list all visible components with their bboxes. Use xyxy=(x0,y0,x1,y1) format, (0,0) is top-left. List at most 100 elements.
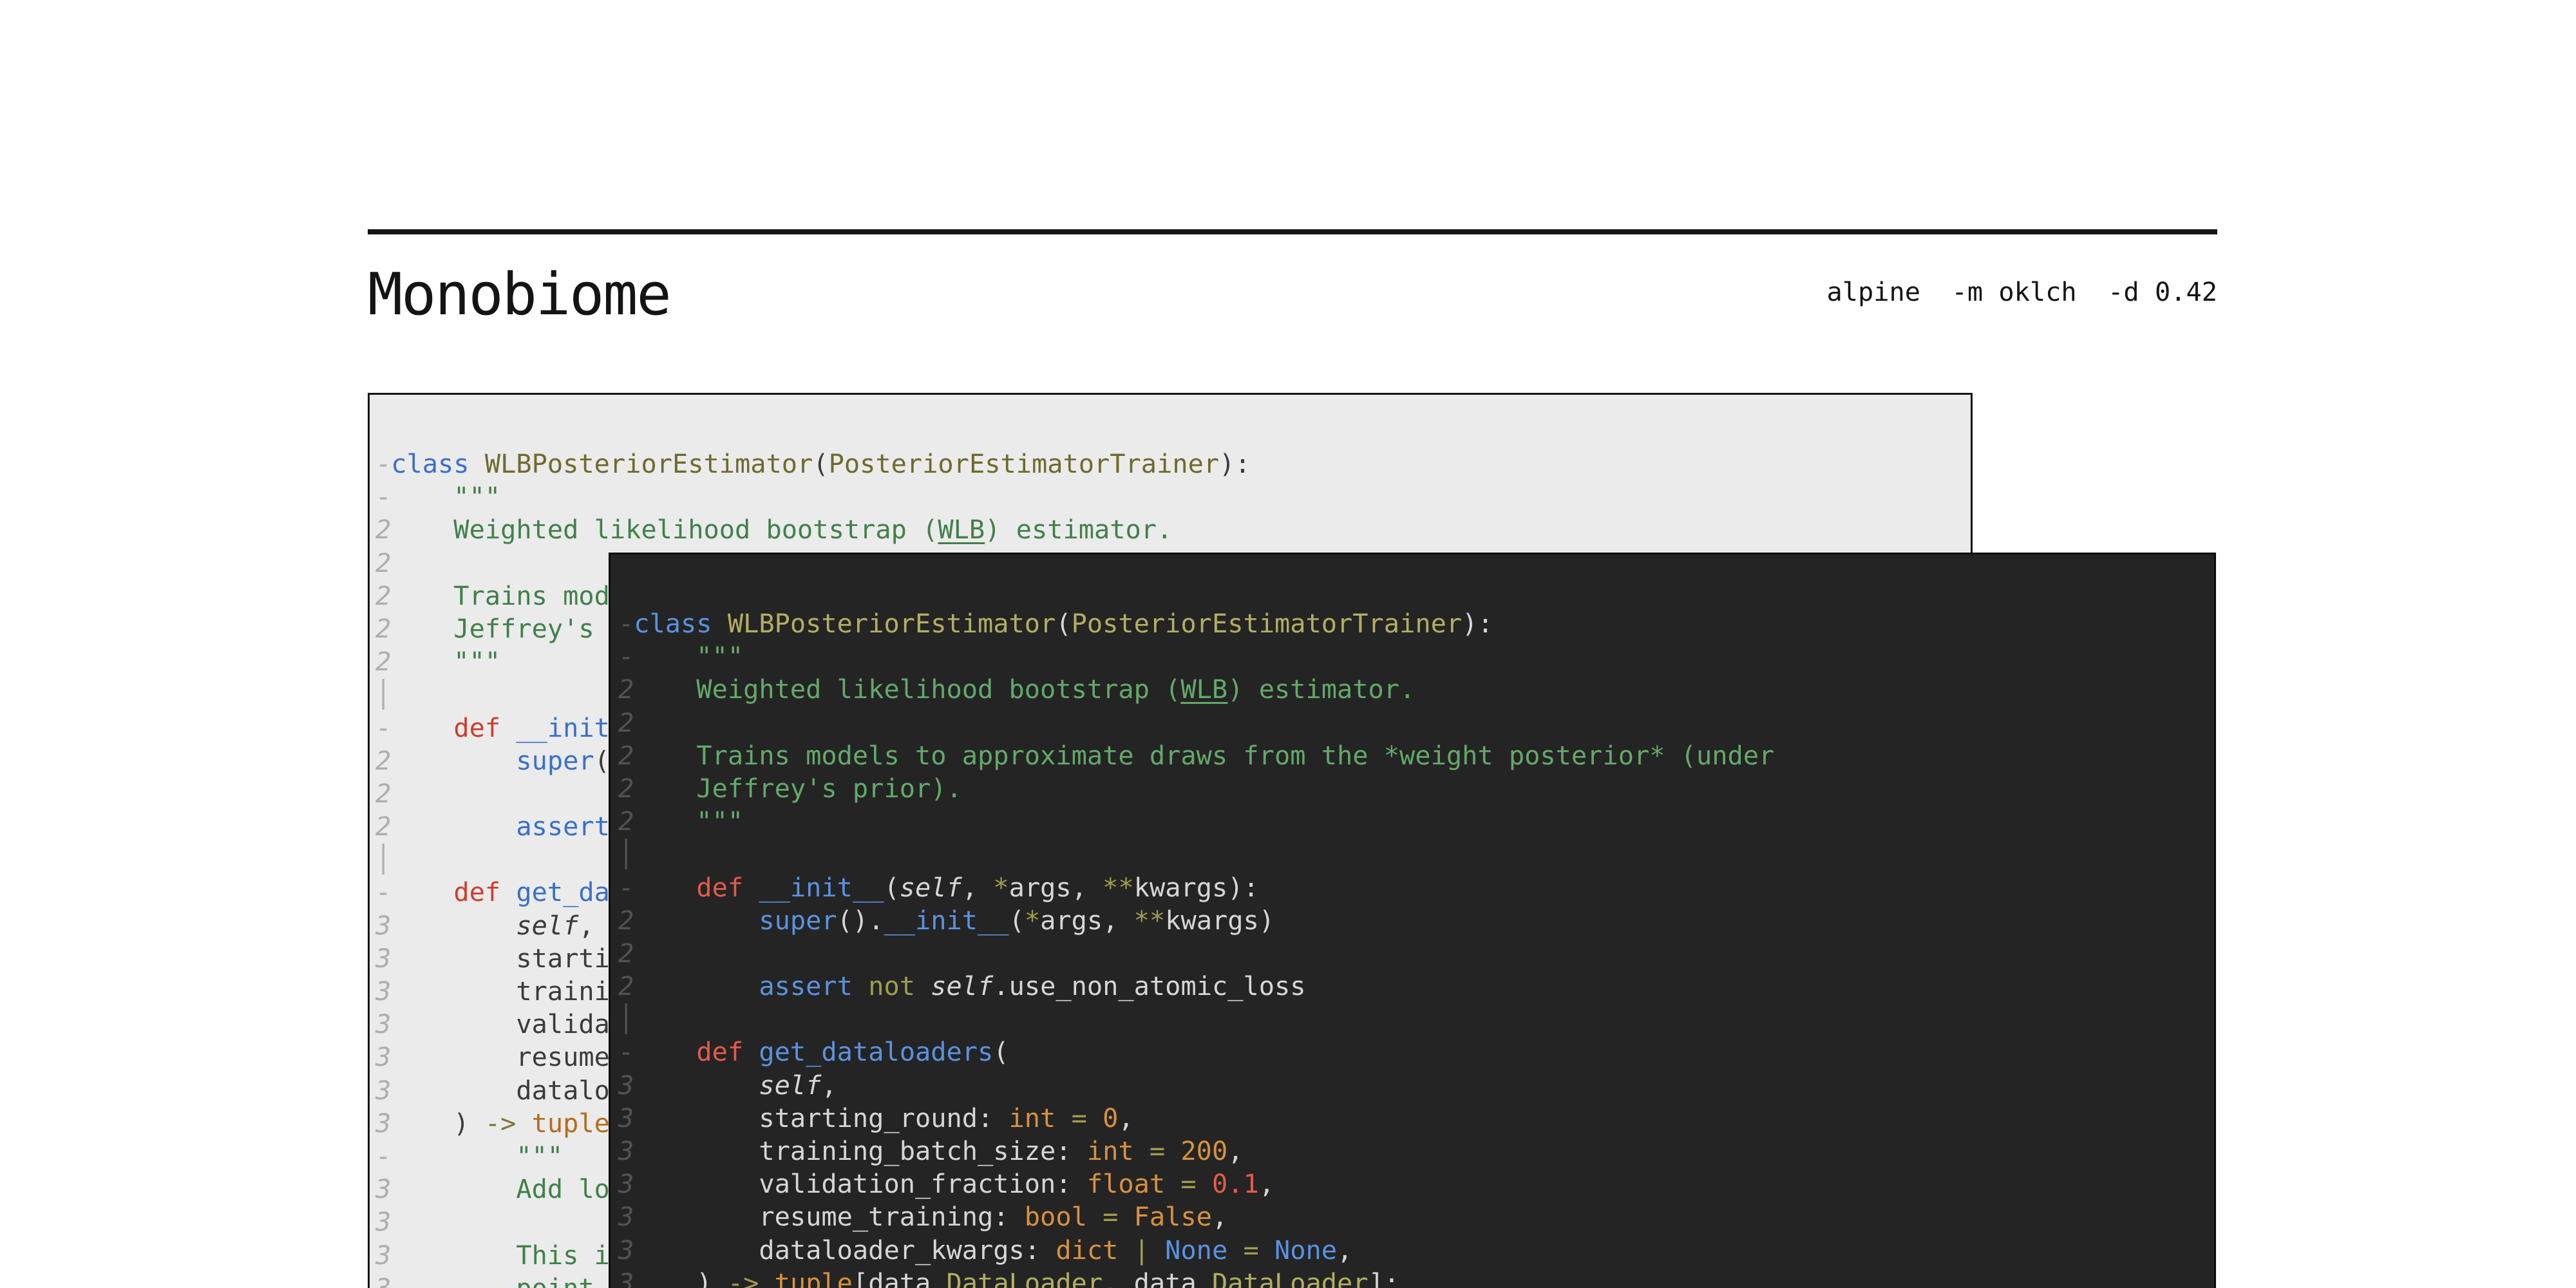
code-token: training_batch_size: xyxy=(634,1136,1087,1166)
code-line: - """ xyxy=(375,480,1971,513)
code-token: kwargs) xyxy=(1165,905,1274,936)
code-token: resume_training: xyxy=(634,1202,1025,1232)
code-token: PosteriorEstimatorTrainer xyxy=(1072,609,1463,639)
code-token: class xyxy=(391,449,469,479)
code-token: , xyxy=(1259,1169,1274,1199)
code-token xyxy=(853,971,868,1001)
line-gutter: - xyxy=(375,482,391,512)
code-token: WLBPosteriorEstimator xyxy=(728,609,1056,639)
line-gutter: 3 xyxy=(375,976,391,1007)
code-token: -> xyxy=(728,1268,759,1288)
line-gutter: 2 xyxy=(618,806,634,837)
code-token: ( xyxy=(1056,609,1071,639)
code-token: Add lo xyxy=(391,1174,610,1204)
header-rule xyxy=(368,229,2217,234)
code-token: ( xyxy=(813,449,828,479)
code-token: ( xyxy=(993,1037,1009,1067)
code-token xyxy=(1056,1103,1071,1133)
code-token xyxy=(634,1037,696,1067)
line-gutter: - xyxy=(375,449,391,479)
page: Monobiome alpine -m oklch -d 0.42 -class… xyxy=(0,0,2576,1288)
code-line: - def __init__(self, *args, **kwargs): xyxy=(618,871,2214,904)
code-line: - """ xyxy=(618,640,2214,673)
code-token: ]: xyxy=(1368,1268,1400,1288)
line-gutter: 2 xyxy=(618,674,634,705)
code-line: 2 xyxy=(618,937,2214,970)
line-gutter: 2 xyxy=(375,515,391,545)
code-token: WLB xyxy=(1180,674,1227,705)
line-gutter: │ xyxy=(375,679,391,710)
code-token: DataLoader xyxy=(1212,1268,1368,1288)
code-token xyxy=(391,713,453,743)
code-line: 2 Jeffrey's prior). xyxy=(618,772,2214,805)
code-token xyxy=(500,877,516,907)
code-token: kwargs): xyxy=(1134,873,1259,903)
code-token xyxy=(1134,1136,1150,1166)
code-token: dataloader_kwargs: xyxy=(634,1235,1056,1265)
code-token: 200 xyxy=(1180,1136,1227,1166)
code-token: """ xyxy=(391,1141,563,1171)
code-token xyxy=(743,873,759,903)
code-token: starting_round: xyxy=(634,1103,1009,1133)
line-gutter: 2 xyxy=(618,741,634,771)
line-gutter: 2 xyxy=(375,746,391,776)
code-token: not xyxy=(868,971,915,1001)
code-line: 2 """ xyxy=(618,805,2214,838)
line-gutter: 2 xyxy=(375,614,391,644)
code-token: False xyxy=(1134,1202,1212,1232)
code-line: 2 xyxy=(618,706,2214,739)
code-token: tuple xyxy=(532,1108,610,1139)
code-token: ): xyxy=(1219,449,1251,479)
code-token: validation_fraction: xyxy=(634,1169,1087,1199)
code-token: super xyxy=(516,746,594,776)
line-gutter: │ xyxy=(618,1004,634,1034)
line-gutter: 3 xyxy=(375,1075,391,1106)
line-gutter: - xyxy=(618,873,634,903)
line-gutter: 3 xyxy=(375,1042,391,1072)
code-token: ** xyxy=(1134,905,1166,936)
code-token xyxy=(469,449,485,479)
code-token xyxy=(500,713,516,743)
code-token xyxy=(1165,1169,1180,1199)
code-token: self xyxy=(900,873,962,903)
line-gutter: - xyxy=(618,641,634,672)
line-gutter: - xyxy=(618,1037,634,1067)
code-token xyxy=(1150,1235,1165,1265)
line-gutter: 3 xyxy=(375,1207,391,1237)
code-token: = xyxy=(1103,1202,1118,1232)
page-title: Monobiome xyxy=(368,260,670,330)
code-token xyxy=(634,905,759,936)
code-line: 2 Weighted likelihood bootstrap (WLB) es… xyxy=(375,513,1971,546)
code-token: self xyxy=(931,971,993,1001)
code-token: None xyxy=(1165,1235,1227,1265)
code-token: ) xyxy=(634,1268,728,1288)
line-gutter: 2 xyxy=(618,938,634,969)
code-line: 2 super().__init__(*args, **kwargs) xyxy=(618,904,2214,937)
line-gutter: │ xyxy=(618,839,634,869)
code-token: ) estimator. xyxy=(985,515,1172,545)
code-token xyxy=(634,971,759,1001)
code-token: ): xyxy=(1462,609,1493,639)
code-token: , xyxy=(1118,1103,1133,1133)
line-gutter: 3 xyxy=(375,1273,391,1288)
code-token: ) estimator. xyxy=(1227,674,1415,705)
code-token xyxy=(915,971,931,1001)
code-token: , data. xyxy=(1103,1268,1212,1288)
line-gutter: 3 xyxy=(618,1268,634,1288)
code-token: -> xyxy=(485,1108,516,1139)
line-gutter: 3 xyxy=(618,1136,634,1166)
code-token xyxy=(1197,1169,1212,1199)
code-line: 3 validation_fraction: float = 0.1, xyxy=(618,1168,2214,1200)
code-token: class xyxy=(634,609,712,639)
code-token: def xyxy=(453,877,500,907)
line-gutter: 3 xyxy=(618,1103,634,1133)
code-line: 3 starting_round: int = 0, xyxy=(618,1102,2214,1135)
code-token: super xyxy=(759,905,837,936)
code-line: 2 Trains models to approximate draws fro… xyxy=(618,739,2214,772)
code-token: DataLoader xyxy=(947,1268,1103,1288)
code-line: -class WLBPosteriorEstimator(PosteriorEs… xyxy=(618,607,2214,640)
line-gutter: 3 xyxy=(375,943,391,974)
code-token: , xyxy=(1227,1136,1243,1166)
code-line: 2 assert not self.use_non_atomic_loss xyxy=(618,970,2214,1003)
code-block-dark: -class WLBPosteriorEstimator(PosteriorEs… xyxy=(611,554,2214,1288)
